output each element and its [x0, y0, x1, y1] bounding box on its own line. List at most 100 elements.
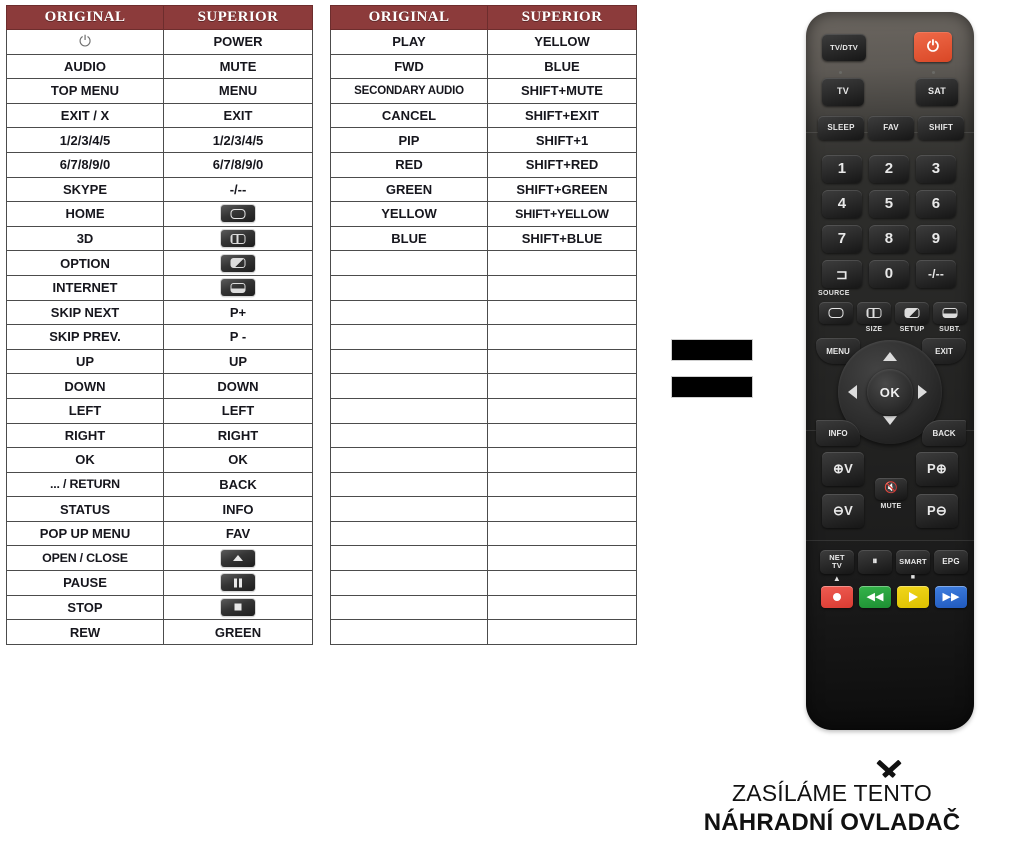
cell-superior: SHIFT+RED	[487, 151, 637, 178]
led-indicator-left	[839, 71, 842, 74]
eject-key-icon	[221, 549, 255, 567]
compatibility-table-two: ORIGINAL SUPERIOR PLAY YELLOW FWD BLUE SECON…	[330, 5, 637, 645]
dpad-right-icon[interactable]	[918, 385, 927, 399]
remote-control-image: TV/DTV ⏻ TV SAT SLEEP FAV SHIFT 1 2 3 4 …	[806, 12, 974, 730]
cell-original	[330, 570, 488, 596]
remote-button-smart[interactable]: SMART	[896, 550, 930, 574]
remote-label-source: SOURCE	[818, 290, 850, 297]
table-row: 6/7/8/9/0 6/7/8/9/0	[6, 151, 313, 178]
table-row	[330, 471, 637, 498]
power-icon: ⏻	[926, 38, 940, 56]
cell-original: HOME	[6, 201, 164, 227]
cell-superior	[487, 545, 637, 572]
stop-key-icon	[221, 598, 255, 616]
remote-button-0[interactable]: 0	[869, 260, 909, 288]
remote-button-setup[interactable]	[895, 302, 929, 324]
cell-superior: FAV	[163, 520, 313, 547]
table-row: AUDIO MUTE	[6, 53, 313, 80]
cell-original: STOP	[6, 594, 164, 621]
subtitle-key-icon	[221, 279, 255, 297]
cell-original	[330, 250, 488, 276]
remote-button-back[interactable]: BACK	[922, 420, 966, 446]
cell-original: PAUSE	[6, 570, 164, 596]
screen-key-icon	[221, 205, 255, 223]
table-row	[330, 619, 637, 645]
remote-button-shift[interactable]: SHIFT	[918, 116, 964, 140]
cell-original: INTERNET	[6, 274, 164, 301]
table-row: RED SHIFT+RED	[330, 151, 637, 178]
remote-button-sat[interactable]: SAT	[916, 78, 958, 106]
remote-button-dash[interactable]: -/--	[916, 260, 956, 288]
table-row: FWD BLUE	[330, 53, 637, 80]
remote-button-epg[interactable]: EPG	[934, 550, 968, 574]
remote-button-record[interactable]	[821, 586, 853, 608]
remote-button-3[interactable]: 3	[916, 155, 956, 183]
cell-superior: YELLOW	[487, 29, 637, 55]
cell-superior	[487, 594, 637, 621]
source-icon: ⊐	[836, 265, 848, 282]
cell-original: RIGHT	[6, 422, 164, 449]
table-row	[330, 447, 637, 473]
dpad-up-icon[interactable]	[883, 352, 897, 361]
remote-button-net-tv[interactable]: NET TV	[820, 550, 854, 574]
remote-button-5[interactable]: 5	[869, 190, 909, 218]
cell-superior: INFO	[163, 496, 313, 522]
cell-superior: SHIFT+GREEN	[487, 176, 637, 203]
remote-button-program-up[interactable]: P ⊕	[916, 452, 958, 486]
remote-button-9[interactable]: 9	[916, 225, 956, 253]
dpad-down-icon[interactable]	[883, 416, 897, 425]
remote-button-program-down[interactable]: P ⊖	[916, 494, 958, 528]
program-up-icon: ⊕	[935, 461, 947, 477]
table-row	[330, 570, 637, 596]
cell-superior	[487, 397, 637, 424]
table-row: LEFT LEFT	[6, 397, 313, 424]
remote-button-2[interactable]: 2	[869, 155, 909, 183]
remote-button-pause[interactable]: ⏸	[858, 550, 892, 574]
remote-button-info[interactable]: INFO	[816, 420, 860, 446]
cell-superior	[487, 274, 637, 301]
table-row: PLAY YELLOW	[330, 29, 637, 55]
record-icon	[833, 593, 841, 601]
remote-button-mute[interactable]: 🔇	[875, 478, 907, 500]
remote-button-tv-dtv[interactable]: TV/DTV	[822, 34, 866, 61]
cell-original	[330, 299, 488, 326]
play-icon	[908, 592, 918, 602]
table-row: YELLOW SHIFT+YELLOW	[330, 201, 637, 227]
table-row: DOWN DOWN	[6, 373, 313, 399]
cell-original	[330, 594, 488, 621]
remote-button-rewind[interactable]: ◀◀	[859, 586, 891, 608]
remote-button-8[interactable]: 8	[869, 225, 909, 253]
cell-superior: UP	[163, 348, 313, 375]
cell-original	[330, 274, 488, 301]
remote-button-1[interactable]: 1	[822, 155, 862, 183]
cell-superior	[163, 201, 313, 227]
remote-button-size[interactable]	[857, 302, 891, 324]
dpad-left-icon[interactable]	[848, 385, 857, 399]
size-key-icon	[221, 230, 255, 248]
remote-button-6[interactable]: 6	[916, 190, 956, 218]
cell-original: GREEN	[330, 176, 488, 203]
remote-button-play[interactable]	[897, 586, 929, 608]
remote-button-forward[interactable]: ▶▶	[935, 586, 967, 608]
remote-button-sleep[interactable]: SLEEP	[818, 116, 864, 140]
remote-button-source[interactable]: ⊐	[822, 260, 862, 288]
table-row	[330, 274, 637, 301]
remote-button-screen[interactable]	[819, 302, 853, 324]
volume-down-label: V	[844, 503, 853, 519]
eject-icon: ▲	[832, 574, 842, 583]
remote-button-ok[interactable]: OK	[867, 369, 913, 415]
remote-button-4[interactable]: 4	[822, 190, 862, 218]
table-row	[330, 397, 637, 424]
cell-superior	[487, 570, 637, 596]
remote-button-volume-down[interactable]: ⊖ V	[822, 494, 864, 528]
remote-button-volume-up[interactable]: ⊕ V	[822, 452, 864, 486]
table-row	[330, 422, 637, 449]
pause-key-icon	[221, 574, 255, 592]
remote-button-power[interactable]: ⏻	[914, 32, 952, 62]
remote-button-7[interactable]: 7	[822, 225, 862, 253]
remote-button-fav[interactable]: FAV	[868, 116, 914, 140]
remote-button-subtitle[interactable]	[933, 302, 967, 324]
page-root: ORIGINAL SUPERIOR ⏻ POWER AUDIO MUTE TOP MEN…	[0, 0, 1024, 843]
remote-button-tv[interactable]: TV	[822, 78, 864, 106]
cell-superior	[487, 422, 637, 449]
